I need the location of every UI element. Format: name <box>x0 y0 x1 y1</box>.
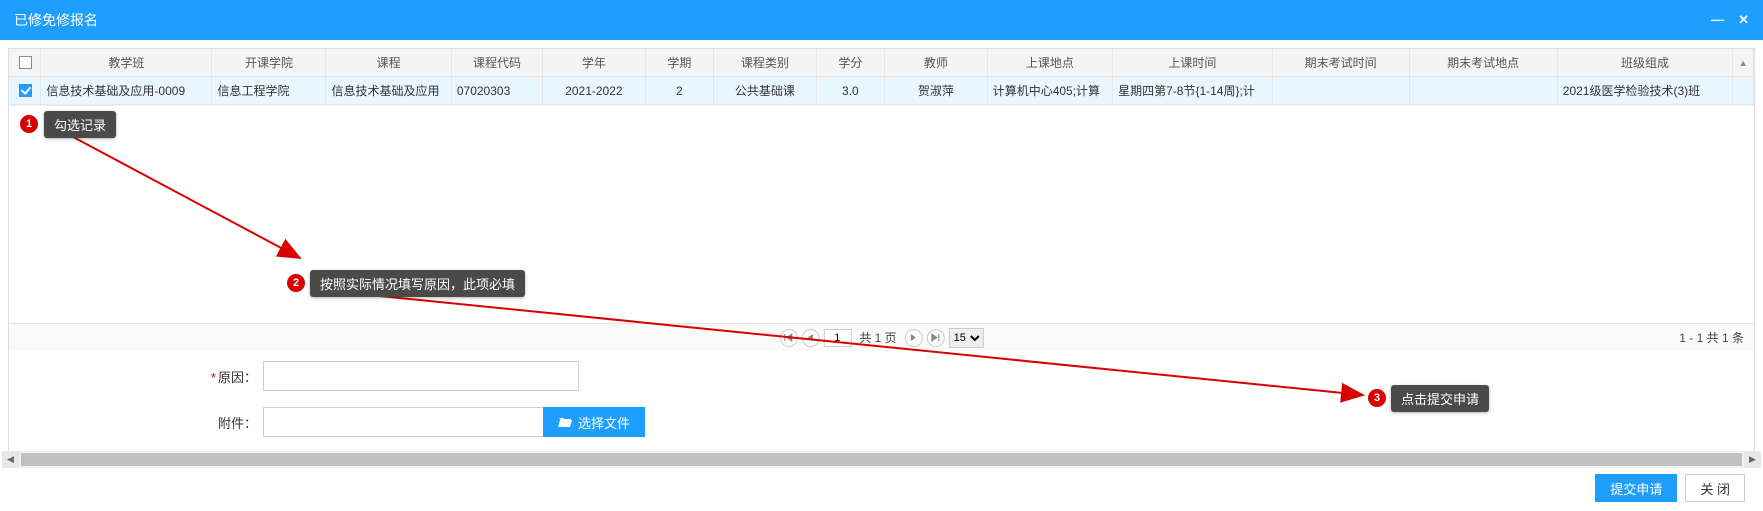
reason-label: *原因： <box>9 367 263 386</box>
last-page-icon <box>931 333 940 342</box>
pager-first-button[interactable] <box>779 329 797 347</box>
close-icon[interactable]: ✕ <box>1738 0 1749 40</box>
col-teacher[interactable]: 教师 <box>885 49 988 77</box>
col-credit[interactable]: 学分 <box>816 49 884 77</box>
pager-pagesize-select[interactable]: 15 <box>949 328 984 348</box>
close-button[interactable]: 关 闭 <box>1685 474 1745 502</box>
col-class-group[interactable]: 班级组成 <box>1557 49 1733 77</box>
attachment-label: 附件： <box>9 413 263 432</box>
cell-exam-time <box>1272 77 1409 105</box>
hscroll-thumb[interactable] <box>21 453 1742 466</box>
hscroll-left-arrow[interactable]: ◀ <box>2 451 19 468</box>
next-page-icon <box>910 333 917 342</box>
col-year[interactable]: 学年 <box>543 49 646 77</box>
cell-teacher: 贺淑萍 <box>885 77 988 105</box>
hscroll-right-arrow[interactable]: ▶ <box>1744 451 1761 468</box>
pager-total-pages: 共 1 页 <box>859 329 896 346</box>
cell-credit: 3.0 <box>816 77 884 105</box>
dialog-title: 已修免修报名 <box>14 0 98 40</box>
dialog-title-bar: 已修免修报名 — ✕ <box>0 0 1763 40</box>
col-teaching-class[interactable]: 教学班 <box>41 49 212 77</box>
pager-summary: 1 - 1 共 1 条 <box>1679 329 1744 346</box>
pager-page-input[interactable] <box>823 329 851 347</box>
window-controls: — ✕ <box>1711 0 1749 40</box>
table-vscroll-track[interactable] <box>1733 77 1754 105</box>
cell-exam-place <box>1409 77 1557 105</box>
main-panel: 教学班 开课学院 课程 课程代码 学年 学期 课程类别 学分 教师 上课地点 上… <box>8 48 1755 466</box>
cell-code: 07020303 <box>451 77 542 105</box>
choose-file-button[interactable]: 选择文件 <box>543 407 645 437</box>
folder-open-icon <box>558 416 572 428</box>
course-table: 教学班 开课学院 课程 课程代码 学年 学期 课程类别 学分 教师 上课地点 上… <box>9 49 1754 106</box>
reason-input[interactable] <box>263 361 579 391</box>
first-page-icon <box>784 333 793 342</box>
cell-class-group: 2021级医学检验技术(3)班 <box>1557 77 1733 105</box>
col-category[interactable]: 课程类别 <box>714 49 817 77</box>
cell-college: 信息工程学院 <box>212 77 326 105</box>
cell-year: 2021-2022 <box>543 77 646 105</box>
table-row[interactable]: 信息技术基础及应用-0009 信息工程学院 信息技术基础及应用 07020303… <box>9 77 1754 105</box>
form-area: *原因： 附件： 选择文件 <box>9 351 1754 465</box>
pager-next-button[interactable] <box>905 329 923 347</box>
row-checkbox[interactable] <box>19 84 32 97</box>
pager-last-button[interactable] <box>927 329 945 347</box>
prev-page-icon <box>807 333 814 342</box>
cell-time: 星期四第7-8节{1-14周};计 <box>1113 77 1273 105</box>
col-course[interactable]: 课程 <box>326 49 451 77</box>
pager-bar: 共 1 页 15 1 - 1 共 1 条 <box>9 323 1754 351</box>
attachment-path-display <box>263 407 543 437</box>
cell-course: 信息技术基础及应用 <box>326 77 451 105</box>
minimize-icon[interactable]: — <box>1711 0 1724 40</box>
col-code[interactable]: 课程代码 <box>451 49 542 77</box>
table-vscroll-up[interactable]: ▲ <box>1733 49 1754 77</box>
col-exam-time[interactable]: 期末考试时间 <box>1272 49 1409 77</box>
col-college[interactable]: 开课学院 <box>212 49 326 77</box>
col-time[interactable]: 上课时间 <box>1113 49 1273 77</box>
cell-place: 计算机中心405;计算 <box>987 77 1112 105</box>
col-exam-place[interactable]: 期末考试地点 <box>1409 49 1557 77</box>
horizontal-scrollbar[interactable]: ◀ ▶ <box>2 451 1761 468</box>
table-header-row: 教学班 开课学院 课程 课程代码 学年 学期 课程类别 学分 教师 上课地点 上… <box>9 49 1754 77</box>
pager-prev-button[interactable] <box>801 329 819 347</box>
select-all-checkbox[interactable] <box>19 56 32 69</box>
submit-application-button[interactable]: 提交申请 <box>1595 474 1677 502</box>
cell-term: 2 <box>645 77 713 105</box>
col-place[interactable]: 上课地点 <box>987 49 1112 77</box>
dialog-action-bar: 提交申请 关 闭 <box>0 468 1763 508</box>
table-body-gap <box>9 106 1754 323</box>
cell-category: 公共基础课 <box>714 77 817 105</box>
cell-teaching-class: 信息技术基础及应用-0009 <box>41 77 212 105</box>
col-term[interactable]: 学期 <box>645 49 713 77</box>
